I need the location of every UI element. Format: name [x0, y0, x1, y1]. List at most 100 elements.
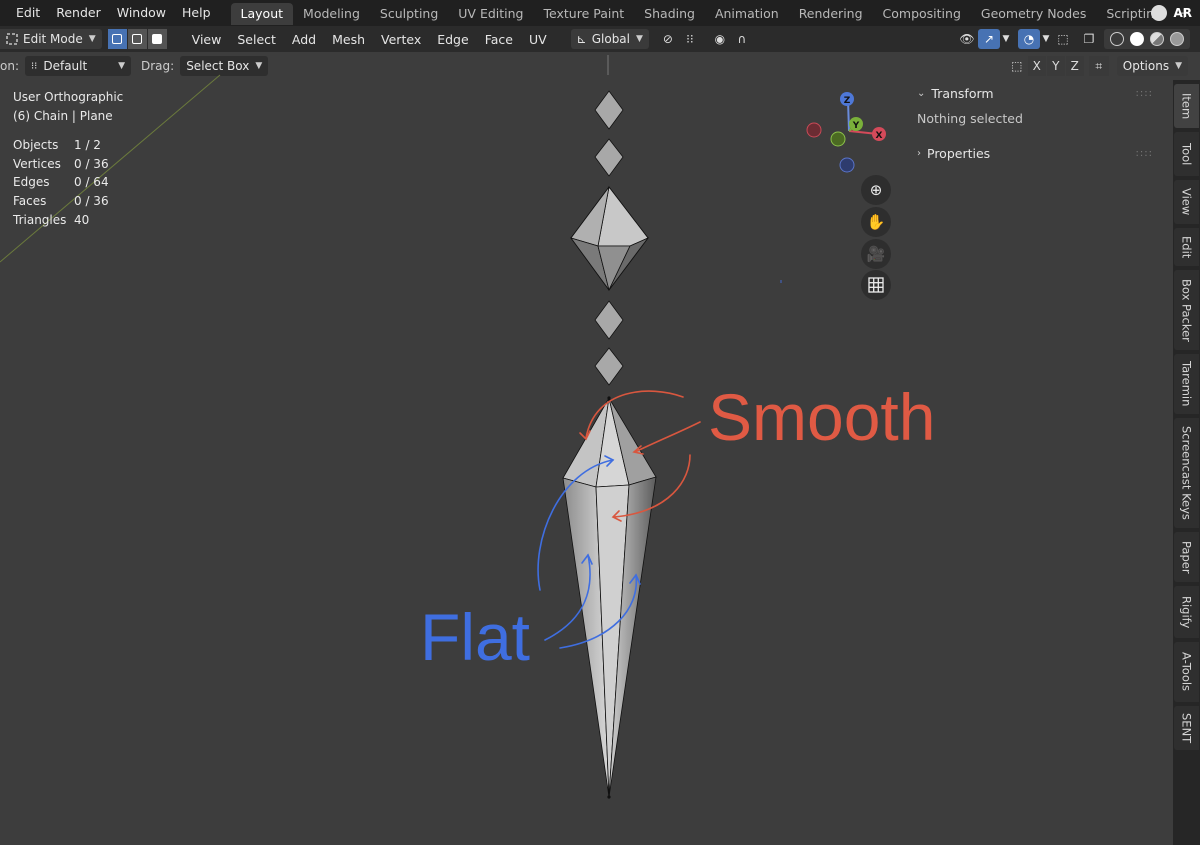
tab-taremin[interactable]: Taremin — [1174, 354, 1199, 414]
menu-mesh[interactable]: Mesh — [324, 32, 373, 47]
menu-vertex[interactable]: Vertex — [373, 32, 429, 47]
sidebar-panel: ⌄ Transform :::: Nothing selected › Prop… — [905, 80, 1167, 170]
orientation-dropdown[interactable]: ⊾ Global ▼ — [570, 29, 649, 49]
snap-icon[interactable]: ⁝⁝ — [679, 29, 701, 49]
top-menubar: Edit Render Window Help Layout Modeling … — [0, 0, 1200, 26]
scene-icon[interactable] — [1151, 5, 1168, 21]
camera-icon[interactable]: 🎥 — [861, 239, 891, 269]
overlays-toggle-icon[interactable]: ◔ — [1018, 29, 1040, 49]
chevron-down-icon[interactable]: ▼ — [1000, 29, 1012, 49]
visibility-icon[interactable]: 👁 — [956, 29, 978, 49]
chain-link-3 — [569, 186, 650, 292]
grid-view-icon[interactable] — [861, 270, 891, 300]
tab-sent[interactable]: SENT — [1174, 706, 1199, 750]
transform-panel-header[interactable]: ⌄ Transform :::: — [905, 80, 1167, 106]
tab-view[interactable]: View — [1174, 180, 1199, 224]
chain-link-5 — [594, 347, 624, 386]
proportional-edit-icon[interactable]: ◉ — [709, 29, 731, 49]
flat-annotation-label: Flat — [420, 600, 530, 674]
sidebar-tab-strip: Item Tool View Edit Box Packer Taremin S… — [1173, 80, 1200, 845]
tab-screencast-keys[interactable]: Screencast Keys — [1174, 418, 1199, 528]
gizmo-x-label: X — [876, 131, 883, 141]
tab-rigify[interactable]: Rigify — [1174, 586, 1199, 638]
tab-tool[interactable]: Tool — [1174, 132, 1199, 176]
menu-face[interactable]: Face — [477, 32, 521, 47]
gizmo-neg-y[interactable] — [830, 131, 846, 147]
navigation-gizmo[interactable]: Z X Y — [805, 90, 890, 175]
stat-row: Faces 0 / 36 — [13, 194, 109, 209]
tab-layout[interactable]: Layout — [230, 3, 294, 25]
tab-modeling[interactable]: Modeling — [293, 3, 370, 25]
chain-link-1 — [594, 90, 624, 130]
transform-body: Nothing selected — [917, 111, 1023, 126]
material-shading-icon[interactable] — [1150, 32, 1164, 46]
stat-row: Vertices 0 / 36 — [13, 156, 109, 171]
tab-geometry-nodes[interactable]: Geometry Nodes — [971, 3, 1096, 25]
scene-label[interactable]: AR — [1173, 6, 1192, 20]
workspace-tabs: Layout Modeling Sculpting UV Editing Tex… — [230, 0, 1197, 26]
solid-shading-icon[interactable] — [1130, 32, 1144, 46]
chevron-down-icon: ▼ — [636, 34, 643, 44]
menu-render[interactable]: Render — [48, 0, 109, 26]
rendered-shading-icon[interactable] — [1170, 32, 1184, 46]
tab-box-packer[interactable]: Box Packer — [1174, 270, 1199, 350]
view-info: User Orthographic (6) Chain | Plane — [13, 88, 123, 126]
tab-shading[interactable]: Shading — [634, 3, 705, 25]
drag-handle-icon[interactable]: :::: — [1136, 88, 1153, 99]
gizmo-neg-x[interactable] — [806, 122, 822, 138]
chain-link-4 — [594, 300, 624, 340]
pivot-icon[interactable]: ⊘ — [657, 29, 679, 49]
viewport-scene[interactable]: Smooth Flat — [0, 52, 1173, 845]
orientation-label: Global — [591, 32, 630, 46]
chain-link-2 — [594, 138, 624, 177]
chevron-right-icon: › — [917, 147, 921, 159]
face-select-button[interactable] — [147, 29, 167, 49]
menu-edge[interactable]: Edge — [429, 32, 476, 47]
stat-row: Triangles 40 — [13, 212, 90, 227]
tab-sculpting[interactable]: Sculpting — [370, 3, 448, 25]
mode-dropdown[interactable]: Edit Mode ▼ — [0, 29, 102, 49]
scene-statistics: Objects 1 / 2 Vertices 0 / 36 Edges 0 / 64 … — [13, 136, 109, 230]
properties-panel-header[interactable]: › Properties :::: — [905, 140, 1167, 166]
mode-label: Edit Mode — [23, 32, 83, 46]
menu-select[interactable]: Select — [229, 32, 284, 47]
menu-window[interactable]: Window — [109, 0, 174, 26]
wireframe-shading-icon[interactable] — [1110, 32, 1124, 46]
menu-view[interactable]: View — [184, 32, 230, 47]
drag-handle-icon[interactable]: :::: — [1136, 148, 1153, 159]
gizmo-neg-z[interactable] — [839, 157, 855, 173]
gizmo-toggle-icon[interactable]: ↗ — [978, 29, 1000, 49]
properties-title: Properties — [927, 145, 991, 161]
tab-item[interactable]: Item — [1174, 84, 1199, 128]
smooth-annotation-label: Smooth — [708, 380, 935, 454]
tab-rendering[interactable]: Rendering — [789, 3, 873, 25]
vertex-select-button[interactable] — [107, 29, 127, 49]
tab-texture-paint[interactable]: Texture Paint — [534, 3, 635, 25]
menu-uv[interactable]: UV — [521, 32, 555, 47]
crystal-pendant — [562, 396, 657, 799]
menu-edit[interactable]: Edit — [0, 0, 48, 26]
zoom-icon[interactable]: ⊕ — [861, 175, 891, 205]
chevron-down-icon: ▼ — [1175, 61, 1182, 71]
stat-row: Objects 1 / 2 — [13, 138, 101, 152]
edit-mode-icon — [6, 33, 18, 45]
tab-compositing[interactable]: Compositing — [873, 3, 971, 25]
stat-row: Edges 0 / 64 — [13, 175, 109, 190]
tab-animation[interactable]: Animation — [705, 3, 789, 25]
tab-paper[interactable]: Paper — [1174, 532, 1199, 582]
menu-help[interactable]: Help — [174, 0, 219, 26]
pan-hand-icon[interactable]: ✋ — [861, 207, 891, 237]
object-info: (6) Chain | Plane — [13, 109, 113, 123]
tab-uv-editing[interactable]: UV Editing — [448, 3, 533, 25]
menu-add[interactable]: Add — [284, 32, 324, 47]
chevron-down-icon: ⌄ — [917, 87, 926, 99]
tab-a-tools[interactable]: A-Tools — [1174, 642, 1199, 702]
xray-icon[interactable]: ❐ — [1078, 29, 1100, 49]
edge-select-button[interactable] — [127, 29, 147, 49]
mesh-edit-overlay-icon[interactable]: ⬚ — [1052, 29, 1074, 49]
shading-mode-group — [1104, 29, 1190, 49]
viewport-header: Edit Mode ▼ View Select Add Mesh Vertex … — [0, 26, 1200, 52]
tab-edit[interactable]: Edit — [1174, 228, 1199, 266]
chevron-down-icon[interactable]: ▼ — [1040, 29, 1052, 49]
falloff-icon[interactable]: ∩ — [731, 29, 753, 49]
